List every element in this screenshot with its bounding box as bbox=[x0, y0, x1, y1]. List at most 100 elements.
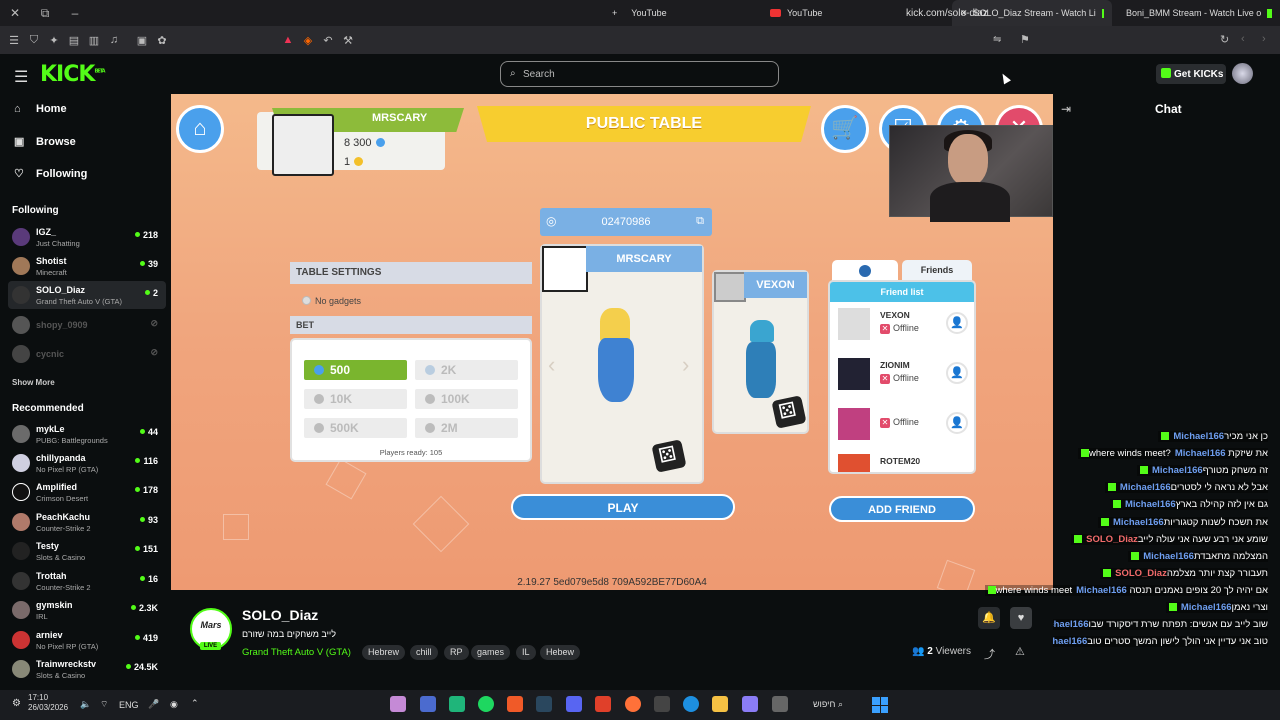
bet-option[interactable]: 500 bbox=[304, 360, 407, 380]
tag[interactable]: Hebew bbox=[540, 645, 581, 660]
recommended-channel[interactable]: Amplified Crimson Desert 178 bbox=[8, 478, 166, 506]
chat-username[interactable]: Michael166 bbox=[1125, 499, 1176, 510]
nav-home[interactable]: ⌂ Home bbox=[14, 103, 67, 115]
sidebar-icon[interactable]: ▥ bbox=[84, 34, 104, 47]
app-icon[interactable] bbox=[595, 696, 611, 712]
show-more-link[interactable]: Show More bbox=[12, 378, 55, 387]
tune-icon[interactable]: ⇋ bbox=[993, 34, 1001, 45]
chat-username[interactable]: Michael166 bbox=[1113, 517, 1164, 528]
app-icon[interactable] bbox=[390, 696, 406, 712]
invite-friend-button[interactable]: 👤 bbox=[946, 312, 968, 334]
new-tab-icon[interactable]: + bbox=[612, 8, 617, 18]
app-icon[interactable] bbox=[772, 696, 788, 712]
share-icon[interactable]: ⤴ bbox=[984, 646, 995, 662]
get-kicks-button[interactable]: Get KICKs bbox=[1156, 64, 1226, 84]
app-icon[interactable] bbox=[449, 696, 465, 712]
shield-icon[interactable]: ⛉ bbox=[24, 34, 44, 47]
tools-icon[interactable]: ⚒ bbox=[338, 34, 358, 47]
no-gadgets-option[interactable]: No gadgets bbox=[302, 296, 361, 306]
recommended-channel[interactable]: Trainwreckstv Slots & Casino 24.5K bbox=[8, 655, 166, 683]
follow-heart-button[interactable]: ♥ bbox=[1010, 607, 1032, 629]
recommended-channel[interactable]: gymskin IRL 2.3K bbox=[8, 596, 166, 624]
wifi-icon[interactable]: ⌔ bbox=[100, 699, 108, 710]
chat-username[interactable]: SOLO_Diaz bbox=[1115, 568, 1167, 579]
tag[interactable]: RP bbox=[444, 645, 469, 660]
windows-start-icon[interactable] bbox=[872, 697, 888, 713]
play-button[interactable]: PLAY bbox=[511, 494, 735, 520]
following-channel[interactable]: Shotist Minecraft 39 bbox=[8, 252, 166, 280]
tabs-icon[interactable]: ▤ bbox=[64, 34, 84, 47]
add-friend-button[interactable]: ADD FRIEND bbox=[829, 496, 975, 522]
mic-icon[interactable]: 🎤 bbox=[148, 699, 159, 710]
recommended-channel[interactable]: arniev No Pixel RP (GTA) 419 bbox=[8, 626, 166, 654]
tab-switch-icon[interactable]: ⧉ bbox=[30, 6, 60, 21]
search-input[interactable]: ⌕ Search bbox=[500, 61, 779, 87]
taskbar-search[interactable]: חיפוש ⌕ bbox=[802, 696, 854, 714]
chat-username[interactable]: Michael166 bbox=[1181, 602, 1232, 613]
bet-option[interactable]: 2M bbox=[415, 418, 518, 438]
bet-option[interactable]: 10K bbox=[304, 389, 407, 409]
chat-username[interactable]: Michael166 bbox=[1143, 551, 1194, 562]
chat-username[interactable]: Michael166 bbox=[1152, 465, 1203, 476]
back-icon[interactable]: ↶ bbox=[318, 34, 338, 47]
menu-icon[interactable]: ☰ bbox=[4, 34, 24, 47]
user-avatar[interactable] bbox=[1232, 63, 1253, 84]
bet-option[interactable]: 2K bbox=[415, 360, 518, 380]
report-icon[interactable]: ⚠ bbox=[1015, 645, 1025, 658]
url-field[interactable]: kick.com/solo-diaz bbox=[906, 8, 988, 19]
stream-category[interactable]: Grand Theft Auto V (GTA) bbox=[242, 647, 351, 658]
language-indicator[interactable]: ENG bbox=[119, 700, 139, 710]
table-code[interactable]: ◎ 02470986 ⧉ bbox=[540, 208, 712, 236]
chat-username[interactable]: Michael166 bbox=[1173, 431, 1224, 442]
settings-icon[interactable]: ✿ bbox=[152, 34, 172, 47]
following-channel[interactable]: SOLO_Diaz Grand Theft Auto V (GTA) 2 bbox=[8, 281, 166, 309]
settings-icon[interactable]: ⚙ bbox=[12, 698, 21, 709]
tag[interactable]: IL bbox=[516, 645, 536, 660]
discord-icon[interactable] bbox=[566, 696, 582, 712]
bet-option[interactable]: 500K bbox=[304, 418, 407, 438]
minimize-icon[interactable]: – bbox=[60, 6, 90, 20]
recommended-channel[interactable]: Trottah Counter-Strike 2 16 bbox=[8, 567, 166, 595]
close-icon[interactable]: ✕ bbox=[0, 6, 30, 20]
prev-arrow-icon[interactable]: ‹ bbox=[548, 352, 555, 378]
tag[interactable]: chill bbox=[410, 645, 438, 660]
next-arrow-icon[interactable]: › bbox=[682, 352, 689, 378]
window-icon[interactable]: ▣ bbox=[132, 34, 152, 47]
recommended-channel[interactable]: chillypanda No Pixel RP (GTA) 116 bbox=[8, 449, 166, 477]
back-arrow-icon[interactable]: ‹ bbox=[1241, 33, 1245, 45]
chat-username[interactable]: Michael166 bbox=[1076, 585, 1127, 596]
chat-username[interactable]: Michael166 bbox=[1120, 482, 1171, 493]
spotify-icon[interactable] bbox=[478, 696, 494, 712]
home-game-button[interactable]: ⌂ bbox=[176, 105, 224, 153]
recommended-channel[interactable]: Testy Slots & Casino 151 bbox=[8, 537, 166, 565]
browser-tab-0[interactable]: + YouTube bbox=[604, 0, 754, 26]
extension-icon[interactable]: ✦ bbox=[44, 34, 64, 47]
tag[interactable]: Hebrew bbox=[362, 645, 406, 660]
forward-arrow-icon[interactable]: › bbox=[1262, 33, 1266, 45]
edge-icon[interactable] bbox=[683, 696, 699, 712]
video-player[interactable]: ⌂ MRSCARY 8 300 1 PUBLIC TABLE 🛒 ☑ ⚙ ✕ ◎… bbox=[171, 94, 1053, 590]
following-channel[interactable]: shopy_0909 ⊘ bbox=[8, 311, 166, 339]
recommended-channel[interactable]: mykLe PUBG: Battlegrounds 44 bbox=[8, 420, 166, 448]
warning-icon[interactable]: ▲ bbox=[278, 34, 298, 46]
nav-following[interactable]: ♡ Following bbox=[14, 167, 87, 180]
invite-friend-button[interactable]: 👤 bbox=[946, 362, 968, 384]
hidden-eye-icon[interactable]: ◎ bbox=[546, 214, 556, 228]
app-icon[interactable] bbox=[742, 696, 758, 712]
firefox-icon[interactable] bbox=[625, 696, 641, 712]
invite-friend-button[interactable]: 👤 bbox=[946, 412, 968, 434]
store-icon[interactable] bbox=[654, 696, 670, 712]
tag[interactable]: games bbox=[471, 645, 511, 660]
hamburger-icon[interactable]: ☰ bbox=[14, 67, 28, 87]
volume-icon[interactable]: 🔈 bbox=[80, 699, 91, 710]
recommended-channel[interactable]: PeachKachu Counter-Strike 2 93 bbox=[8, 508, 166, 536]
streamer-name[interactable]: SOLO_Diaz bbox=[242, 607, 318, 623]
kick-logo[interactable]: KICKBETA bbox=[40, 62, 106, 87]
tab-friends[interactable]: Friends bbox=[902, 260, 972, 282]
following-channel[interactable]: cycnic ⊘ bbox=[8, 340, 166, 368]
nav-browse[interactable]: ▣ Browse bbox=[14, 135, 76, 148]
chat-username[interactable]: SOLO_Diaz bbox=[1086, 534, 1138, 545]
browser-tab-3[interactable]: Boni_BMM Stream - Watch Live o bbox=[1118, 0, 1280, 26]
notification-bell-button[interactable]: 🔔 bbox=[978, 607, 1000, 629]
app-icon[interactable] bbox=[420, 696, 436, 712]
